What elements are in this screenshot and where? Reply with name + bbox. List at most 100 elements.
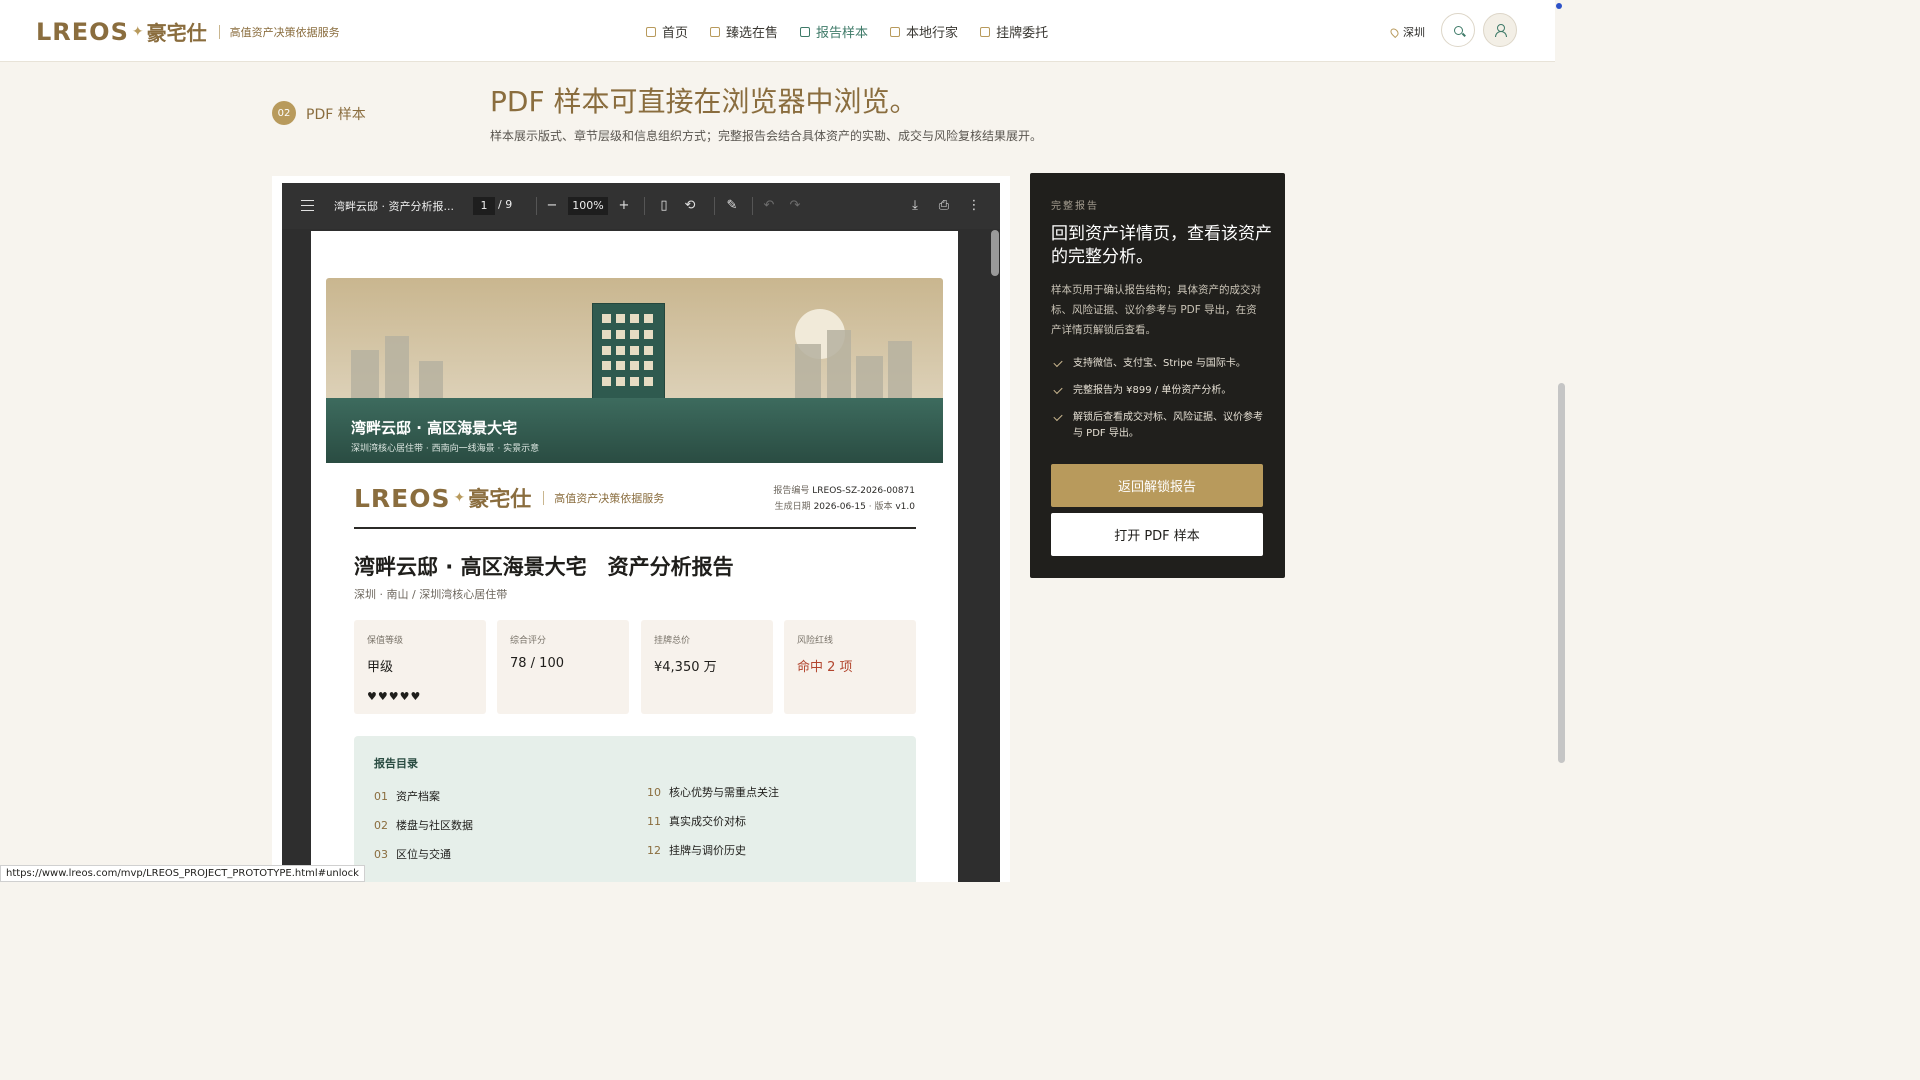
card-title: 回到资产详情页，查看该资产的完整分析。 (1051, 224, 1272, 267)
report-icon (800, 26, 811, 37)
toolbar-divider (714, 197, 715, 215)
metric-card: 保值等级 甲级 ♥♥♥♥♥ (354, 620, 486, 714)
zoom-in-icon[interactable]: + (615, 196, 633, 216)
check-icon (1053, 357, 1063, 368)
status-bar-url: https://www.lreos.com/mvp/LREOS_PROJECT_… (0, 865, 365, 882)
building-silhouette (419, 361, 443, 398)
metric-label: 综合评分 (510, 636, 547, 646)
account-button[interactable] (1483, 13, 1517, 47)
nav-label: 臻选在售 (726, 26, 779, 41)
section-label: PDF 样本 (306, 107, 366, 123)
metric-card: 挂牌总价 ¥4,350 万 (641, 620, 773, 714)
user-icon (1495, 24, 1507, 37)
corner-indicator (1556, 3, 1562, 9)
logo-cn: 豪宅仕 (146, 21, 207, 45)
redo-icon[interactable]: ↷ (786, 196, 804, 216)
logo-tagline: 高值资产决策依据服务 (229, 25, 340, 39)
building-silhouette (888, 341, 912, 398)
toc-item: 03 区位与交通 (374, 846, 451, 862)
metric-label: 保值等级 (367, 636, 404, 646)
download-icon[interactable]: ⤓ (906, 196, 924, 216)
building-silhouette (795, 344, 821, 398)
toc-item: 02 楼盘与社区数据 (374, 817, 473, 833)
toc-number: 11 (647, 815, 661, 828)
toc-text: 楼盘与社区数据 (396, 819, 473, 832)
logo-latin: LREOS (36, 17, 129, 46)
search-button[interactable] (1441, 13, 1475, 47)
city-label: 深圳 (1403, 26, 1425, 39)
toolbar-divider (536, 197, 537, 215)
feature-text: 解锁后查看成交对标、风险证据、议价参考与 PDF 导出。 (1073, 412, 1263, 439)
gen-date-label: 生成日期 (774, 502, 811, 512)
more-options-icon[interactable]: ⋮ (965, 196, 983, 216)
doc-logo-cn: 豪宅仕 (468, 487, 532, 511)
annotate-icon[interactable]: ✎ (723, 196, 741, 216)
main-nav: 首页 臻选在售 报告样本 本地行家 挂牌委托 (646, 22, 1048, 41)
toc-number: 01 (374, 790, 388, 803)
feature-item: 支持微信、支付宝、Stripe 与国际卡。 (1053, 356, 1269, 372)
cover-banner-image: 湾畔云邸 · 高区海景大宅 深圳湾核心居住带 · 西南向一线海景 · 实景示意 (326, 278, 943, 463)
tower-illustration (592, 303, 665, 399)
document-icon (710, 26, 721, 37)
card-eyebrow: 完整报告 (1051, 201, 1099, 212)
viewer-scrollbar[interactable] (991, 230, 999, 276)
top-navbar: LREOS ✦ 豪宅仕 高值资产决策依据服务 首页 臻选在售 报告样本 本地行家… (0, 0, 1555, 62)
nav-consign[interactable]: 挂牌委托 (980, 22, 1048, 41)
report-meta: 报告编号 LREOS-SZ-2026-00871 生成日期 2026-06-15… (773, 483, 915, 515)
page-number-input[interactable]: 1 (473, 197, 495, 215)
toolbar-divider (752, 197, 753, 215)
nav-label: 挂牌委托 (996, 26, 1049, 41)
print-icon[interactable]: ⎙ (935, 196, 953, 216)
section-number-badge: 02 (272, 101, 296, 125)
card-description: 样本页用于确认报告结构；具体资产的成交对标、风险证据、议价参考与 PDF 导出，… (1051, 284, 1261, 336)
unlock-report-button[interactable]: 返回解锁报告 (1051, 464, 1263, 507)
metric-value: 命中 2 项 (797, 660, 853, 675)
toc-item: 12 挂牌与调价历史 (647, 842, 746, 858)
toc-item: 11 真实成交价对标 (647, 813, 746, 829)
toc-item: 10 核心优势与需重点关注 (647, 784, 779, 800)
site-logo[interactable]: LREOS ✦ 豪宅仕 高值资产决策依据服务 (36, 17, 340, 46)
toc-text: 资产档案 (396, 790, 440, 803)
location-pin-icon (1388, 26, 1401, 38)
undo-icon[interactable]: ↶ (760, 196, 778, 216)
version: v1.0 (895, 502, 915, 512)
metric-value: 甲级 (367, 660, 394, 675)
nav-reports[interactable]: 报告样本 (800, 22, 868, 41)
report-number: LREOS-SZ-2026-00871 (812, 486, 915, 496)
toc-item: 01 资产档案 (374, 788, 440, 804)
nav-label: 本地行家 (906, 26, 959, 41)
page-scrollbar[interactable] (1558, 383, 1565, 763)
toc-text: 核心优势与需重点关注 (669, 786, 779, 799)
table-of-contents: 报告目录 01 资产档案 02 楼盘与社区数据 03 区位与交通 10 核心优势与需重点… (354, 736, 916, 882)
check-icon (1053, 411, 1063, 422)
city-selector[interactable]: 深圳 (1388, 24, 1425, 40)
pdf-page: 湾畔云邸 · 高区海景大宅 深圳湾核心居住带 · 西南向一线海景 · 实景示意 … (311, 231, 958, 882)
zoom-out-icon[interactable]: − (543, 196, 561, 216)
building-silhouette (385, 336, 409, 398)
menu-icon[interactable] (301, 200, 314, 211)
logo-dot-icon: ✦ (453, 490, 466, 506)
feature-text: 支持微信、支付宝、Stripe 与国际卡。 (1073, 358, 1246, 369)
toc-number: 12 (647, 844, 661, 857)
building-silhouette (856, 356, 883, 398)
building-silhouette (827, 330, 851, 398)
banner-subtitle: 深圳湾核心居住带 · 西南向一线海景 · 实景示意 (351, 444, 540, 454)
nav-experts[interactable]: 本地行家 (890, 22, 958, 41)
page-total: / 9 (498, 198, 513, 211)
logo-divider (218, 24, 220, 39)
open-pdf-sample-button[interactable]: 打开 PDF 样本 (1051, 513, 1263, 556)
generation-line: 生成日期 2026-06-15 · 版本 v1.0 (773, 499, 915, 515)
metric-value: 78 / 100 (510, 656, 564, 671)
nav-home[interactable]: 首页 (646, 22, 688, 41)
logo-dot-icon: ✦ (131, 23, 144, 40)
nav-listings[interactable]: 臻选在售 (710, 22, 778, 41)
gen-date: 2026-06-15 (813, 502, 866, 512)
rotate-icon[interactable]: ⟲ (681, 196, 699, 216)
fit-page-icon[interactable]: ▯ (655, 196, 673, 216)
home-icon (646, 26, 656, 37)
report-title: 湾畔云邸 · 高区海景大宅 资产分析报告 (354, 555, 734, 579)
zoom-level[interactable]: 100% (568, 197, 608, 215)
pdf-viewer[interactable]: 湾畔云邸 · 资产分析报... 1 / 9 − 100% + ▯ ⟲ ✎ ↶ ↷… (282, 183, 1000, 882)
feature-text: 完整报告为 ¥899 / 单份资产分析。 (1073, 385, 1232, 396)
building-icon (980, 26, 991, 37)
